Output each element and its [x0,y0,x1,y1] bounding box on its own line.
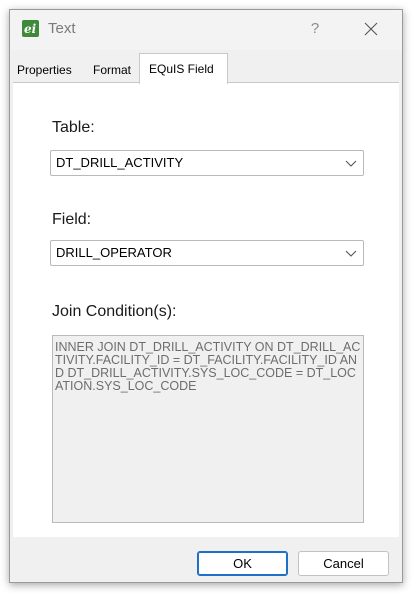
tab-equis-field[interactable]: EQuIS Field [139,53,228,84]
equis-field-panel: Table: DT_DRILL_ACTIVITY Field: DRILL_OP… [13,82,399,537]
tab-properties[interactable]: Properties [13,59,86,82]
table-select-value: DT_DRILL_ACTIVITY [56,155,184,170]
help-button[interactable]: ? [306,19,324,39]
button-bar: OK Cancel [10,542,402,582]
equis-app-icon: ei [22,20,39,37]
title-bar: ei Text ? [10,10,402,50]
field-label: Field: [52,211,92,228]
cancel-button[interactable]: Cancel [298,551,389,576]
window-title: Text [48,20,76,37]
chevron-down-icon [345,160,357,167]
field-select-value: DRILL_OPERATOR [56,245,172,260]
tab-format[interactable]: Format [89,59,139,82]
table-label: Table: [52,119,95,136]
ok-button[interactable]: OK [197,551,288,576]
text-dialog: ei Text ? Properties Format EQuIS Field … [9,9,403,583]
join-conditions-label: Join Condition(s): [52,303,177,320]
table-select[interactable]: DT_DRILL_ACTIVITY [50,150,364,176]
chevron-down-icon [345,250,357,257]
tab-strip: Properties Format EQuIS Field [10,50,402,84]
svg-text:ei: ei [24,22,37,36]
field-select[interactable]: DRILL_OPERATOR [50,240,364,266]
close-icon [364,22,378,36]
join-conditions-textbox[interactable]: INNER JOIN DT_DRILL_ACTIVITY ON DT_DRILL… [52,335,364,523]
close-button[interactable] [360,18,382,40]
